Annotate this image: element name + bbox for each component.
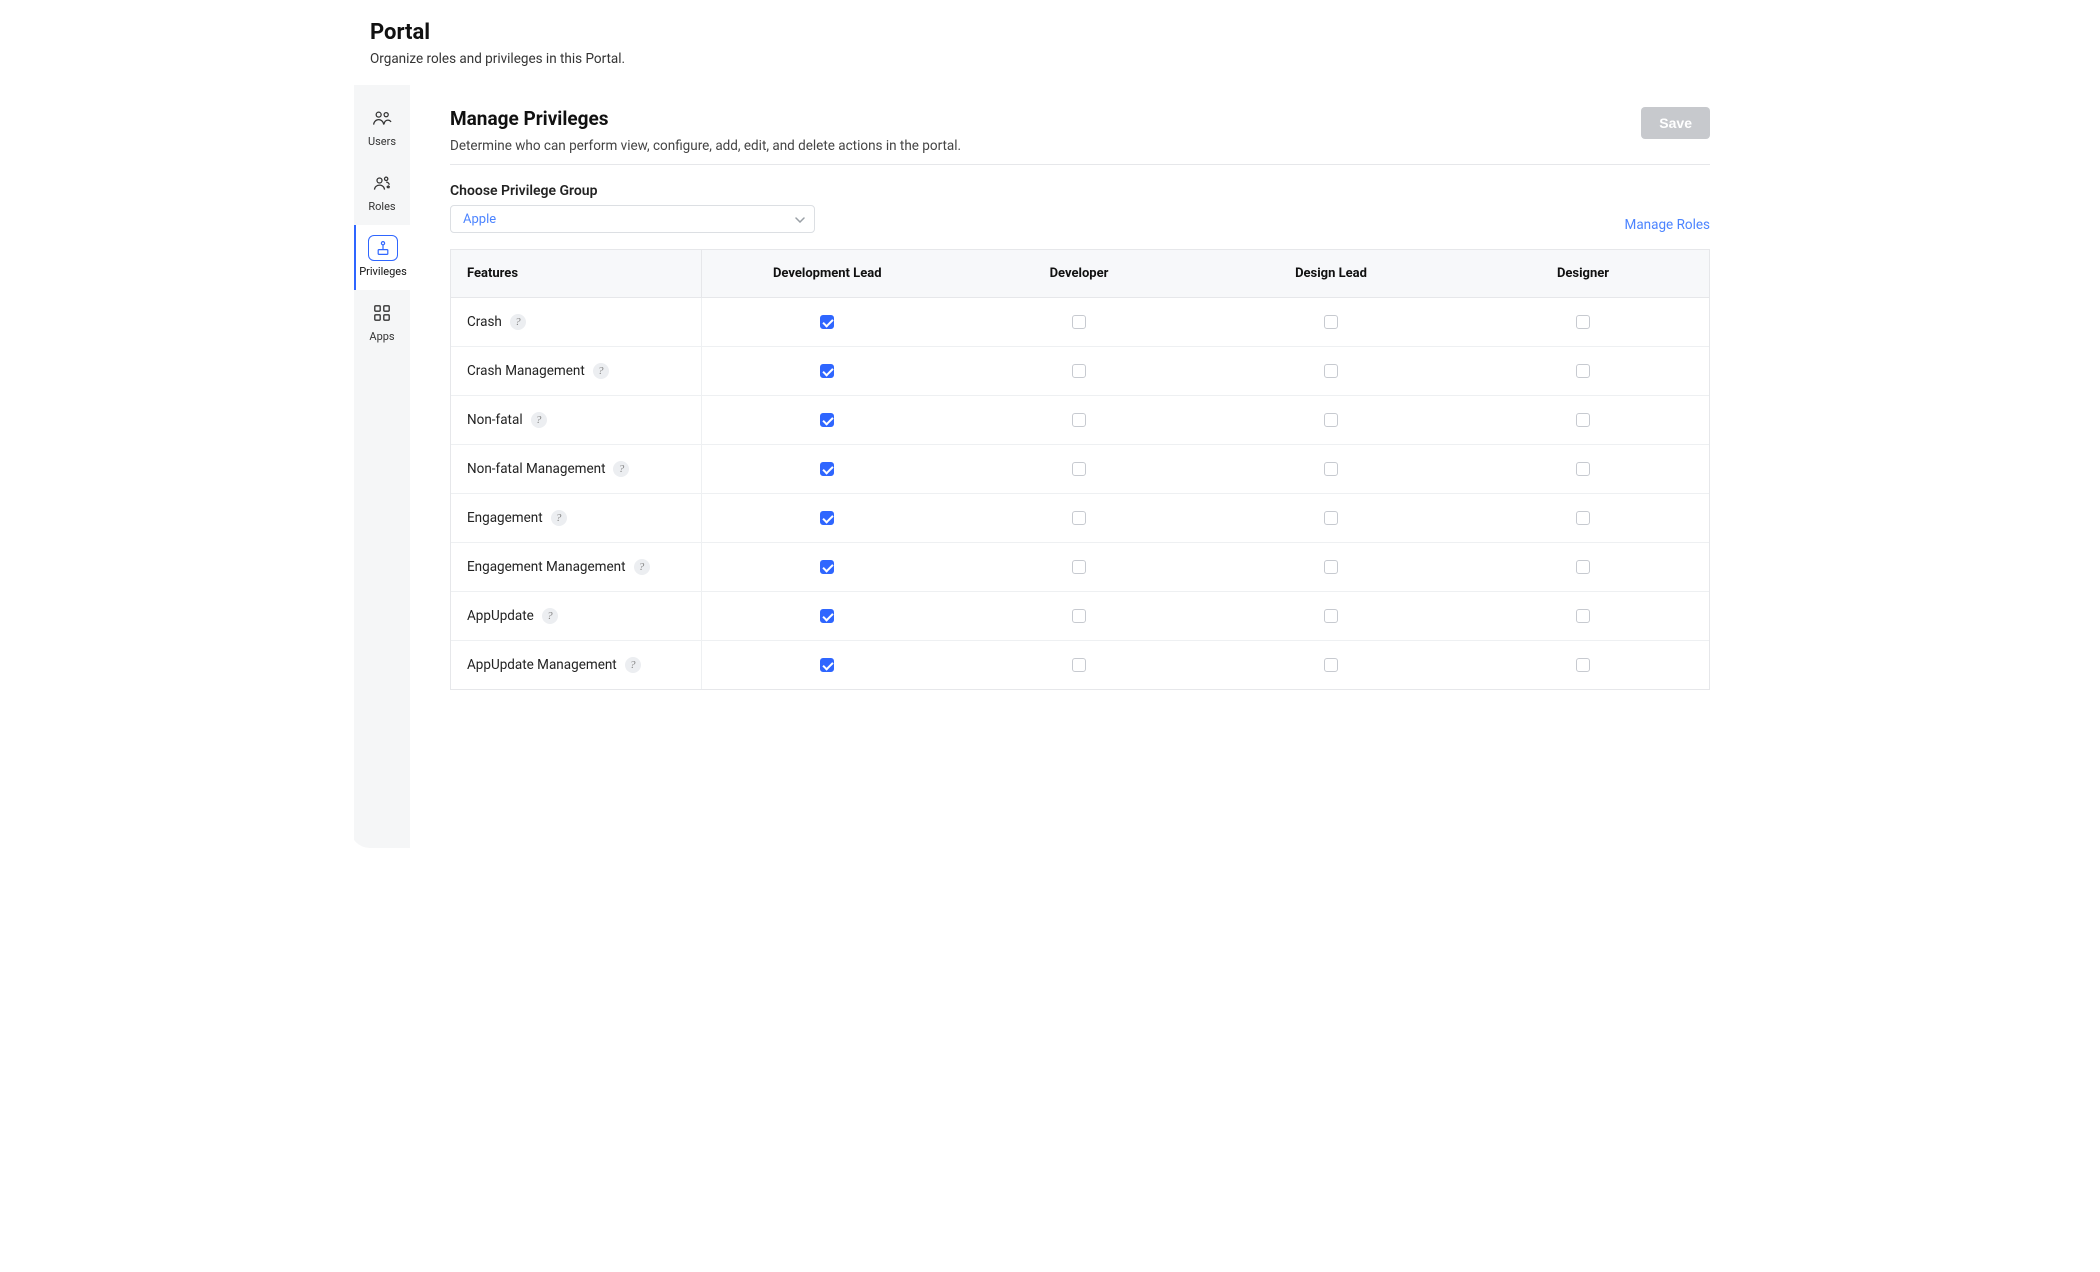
column-header: Development Lead [701,250,953,298]
feature-label: Non-fatal [467,412,523,428]
privilege-checkbox[interactable] [820,658,834,672]
privilege-checkbox[interactable] [1072,658,1086,672]
column-header: Developer [953,250,1205,298]
page-header: Portal Organize roles and privileges in … [350,0,1750,85]
sidebar-item-roles[interactable]: Roles [354,160,410,225]
privilege-checkbox[interactable] [1576,609,1590,623]
feature-label: Crash Management [467,363,585,379]
privilege-checkbox[interactable] [820,364,834,378]
help-icon[interactable]: ? [531,412,547,428]
privilege-checkbox[interactable] [1576,364,1590,378]
sidebar-item-apps[interactable]: Apps [354,290,410,355]
help-icon[interactable]: ? [593,363,609,379]
privilege-checkbox[interactable] [1072,413,1086,427]
save-button[interactable]: Save [1641,107,1710,139]
help-icon[interactable]: ? [613,461,629,477]
column-header: Designer [1457,250,1709,298]
privilege-checkbox[interactable] [1072,609,1086,623]
column-header: Design Lead [1205,250,1457,298]
table-row: Non-fatal? [451,396,1709,445]
feature-label: AppUpdate Management [467,657,617,673]
privilege-checkbox[interactable] [1324,315,1338,329]
privilege-checkbox[interactable] [820,560,834,574]
sidebar-item-privileges[interactable]: Privileges [354,225,410,290]
sidebar-nav: Users Roles [354,85,410,848]
table-row: Crash? [451,298,1709,347]
feature-label: AppUpdate [467,608,534,624]
page-subtitle: Organize roles and privileges in this Po… [370,51,1730,67]
section-header: Manage Privileges Determine who can perf… [450,107,1710,165]
apps-icon [368,302,396,324]
users-icon [368,107,396,129]
privilege-checkbox[interactable] [820,413,834,427]
section-description: Determine who can perform view, configur… [450,138,961,154]
feature-label: Non-fatal Management [467,461,605,477]
privilege-checkbox[interactable] [1324,413,1338,427]
privilege-checkbox[interactable] [1324,609,1338,623]
sidebar-item-label: Roles [368,200,395,213]
help-icon[interactable]: ? [551,510,567,526]
privilege-group-label: Choose Privilege Group [450,183,815,199]
privilege-checkbox[interactable] [1576,413,1590,427]
privilege-group-select[interactable]: Apple [450,205,815,233]
feature-label: Engagement Management [467,559,626,575]
help-icon[interactable]: ? [542,608,558,624]
privilege-checkbox[interactable] [1072,364,1086,378]
privilege-checkbox[interactable] [1576,658,1590,672]
sidebar-item-label: Privileges [359,265,407,278]
privileges-table: FeaturesDevelopment LeadDeveloperDesign … [451,250,1709,689]
page-title: Portal [370,20,1730,45]
privileges-icon [369,237,397,259]
sidebar-item-label: Users [368,135,396,148]
column-header: Features [451,250,701,298]
table-row: Engagement Management? [451,543,1709,592]
privilege-checkbox[interactable] [1072,315,1086,329]
feature-label: Engagement [467,510,543,526]
table-row: AppUpdate Management? [451,641,1709,690]
feature-label: Crash [467,314,502,330]
privilege-checkbox[interactable] [1576,315,1590,329]
privilege-checkbox[interactable] [1072,511,1086,525]
privilege-checkbox[interactable] [1324,462,1338,476]
privilege-checkbox[interactable] [1324,658,1338,672]
sidebar-item-users[interactable]: Users [354,95,410,160]
privileges-table-wrap[interactable]: FeaturesDevelopment LeadDeveloperDesign … [450,249,1710,690]
help-icon[interactable]: ? [625,657,641,673]
selected-group-value: Apple [463,212,496,227]
privilege-checkbox[interactable] [1324,364,1338,378]
privilege-checkbox[interactable] [1072,462,1086,476]
table-row: Engagement? [451,494,1709,543]
help-icon[interactable]: ? [634,559,650,575]
privilege-checkbox[interactable] [820,609,834,623]
table-row: Non-fatal Management? [451,445,1709,494]
privilege-checkbox[interactable] [1324,560,1338,574]
manage-roles-link[interactable]: Manage Roles [1625,217,1710,233]
privilege-checkbox[interactable] [820,511,834,525]
roles-icon [368,172,396,194]
section-title: Manage Privileges [450,107,961,130]
privilege-checkbox[interactable] [820,315,834,329]
privilege-checkbox[interactable] [1072,560,1086,574]
table-row: Crash Management? [451,347,1709,396]
sidebar-item-label: Apps [369,330,394,343]
privilege-checkbox[interactable] [1576,511,1590,525]
help-icon[interactable]: ? [510,314,526,330]
main-content: Manage Privileges Determine who can perf… [410,85,1750,848]
privilege-checkbox[interactable] [1576,462,1590,476]
privilege-checkbox[interactable] [1324,511,1338,525]
privilege-checkbox[interactable] [1576,560,1590,574]
table-row: AppUpdate? [451,592,1709,641]
privilege-checkbox[interactable] [820,462,834,476]
